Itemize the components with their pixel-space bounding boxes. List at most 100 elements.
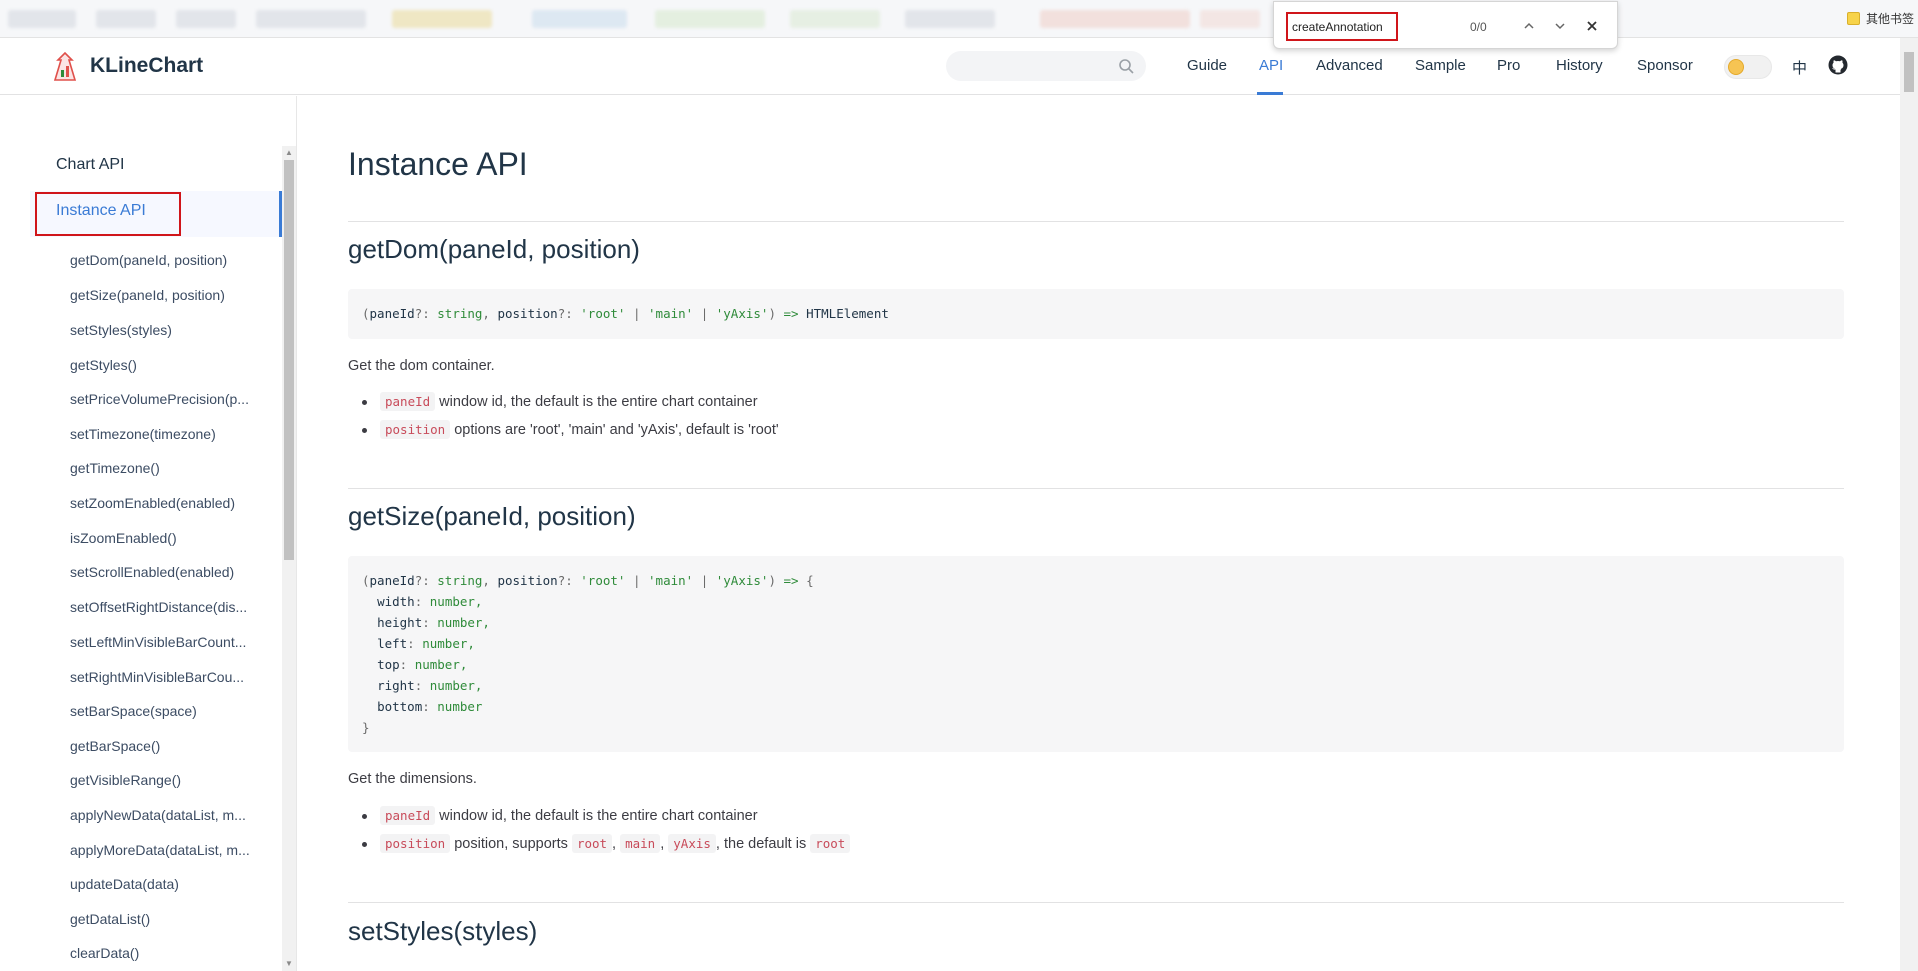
divider bbox=[348, 221, 1844, 222]
bookmark-item[interactable] bbox=[1040, 10, 1190, 28]
search-icon bbox=[1119, 59, 1134, 74]
find-close-button[interactable] bbox=[1582, 16, 1602, 36]
code-block: (paneId?: string, position?: 'root' | 'm… bbox=[348, 289, 1844, 339]
nav-pro[interactable]: Pro bbox=[1497, 57, 1520, 74]
sidebar-item[interactable]: clearData() bbox=[70, 945, 256, 961]
list-item: paneId window id, the default is the ent… bbox=[362, 388, 779, 416]
section-heading: getSize(paneId, position) bbox=[348, 501, 636, 531]
chevron-down-icon bbox=[1555, 23, 1565, 30]
nav-sponsor[interactable]: Sponsor bbox=[1637, 57, 1693, 74]
code-token: width bbox=[377, 594, 415, 609]
code-token: HTMLElement bbox=[806, 306, 889, 321]
code-token: 'root' bbox=[580, 306, 626, 321]
sidebar-item[interactable]: getDom(paneId, position) bbox=[70, 252, 256, 268]
sidebar-item[interactable]: setRightMinVisibleBarCou... bbox=[70, 669, 256, 685]
nav-api[interactable]: API bbox=[1259, 57, 1283, 74]
section-description: Get the dimensions. bbox=[348, 771, 477, 787]
sidebar-item[interactable]: getDataList() bbox=[70, 911, 256, 927]
sidebar-item[interactable]: isZoomEnabled() bbox=[70, 530, 256, 546]
sidebar-item[interactable]: getTimezone() bbox=[70, 460, 256, 476]
divider bbox=[348, 488, 1844, 489]
bookmark-item[interactable] bbox=[96, 10, 156, 28]
bookmark-item[interactable] bbox=[905, 10, 995, 28]
find-bar: 0/0 bbox=[1273, 1, 1618, 49]
code-token: number, bbox=[429, 594, 483, 609]
code-token: right bbox=[377, 678, 415, 693]
code-token: string bbox=[437, 573, 483, 588]
code-token: 'root' bbox=[580, 573, 626, 588]
bookmark-item[interactable] bbox=[790, 10, 880, 28]
scroll-up-icon[interactable]: ▲ bbox=[284, 148, 294, 158]
sidebar-scrollbar[interactable]: ▲ ▼ bbox=[282, 146, 296, 971]
bookmark-item[interactable] bbox=[655, 10, 765, 28]
bookmark-item[interactable] bbox=[256, 10, 366, 28]
scroll-down-icon[interactable]: ▼ bbox=[284, 959, 294, 969]
sidebar-item[interactable]: getVisibleRange() bbox=[70, 772, 256, 788]
sun-icon bbox=[1728, 59, 1744, 75]
list-item-text: options are 'root', 'main' and 'yAxis', … bbox=[450, 422, 779, 438]
sidebar-section-chart-api[interactable]: Chart API bbox=[56, 156, 124, 174]
sidebar-item[interactable]: getStyles() bbox=[70, 357, 256, 373]
nav-history[interactable]: History bbox=[1556, 57, 1603, 74]
code-block: (paneId?: string, position?: 'root' | 'm… bbox=[348, 556, 1844, 752]
site-title[interactable]: KLineChart bbox=[90, 54, 203, 78]
code-token: 'yAxis' bbox=[715, 306, 769, 321]
sidebar-item[interactable]: getBarSpace() bbox=[70, 738, 256, 754]
sidebar-item[interactable]: setZoomEnabled(enabled) bbox=[70, 495, 256, 511]
sidebar-item[interactable]: setScrollEnabled(enabled) bbox=[70, 564, 256, 580]
sidebar-item[interactable]: updateData(data) bbox=[70, 876, 256, 892]
sidebar-item[interactable]: setOffsetRightDistance(dis... bbox=[70, 599, 256, 615]
bullet-list: paneId window id, the default is the ent… bbox=[362, 802, 851, 858]
bookmark-item[interactable] bbox=[1200, 10, 1260, 28]
section-heading: setStyles(styles) bbox=[348, 916, 538, 946]
sidebar-item[interactable]: setLeftMinVisibleBarCount... bbox=[70, 634, 256, 650]
code-token: 'main' bbox=[648, 306, 694, 321]
sidebar-item[interactable]: applyMoreData(dataList, m... bbox=[70, 842, 256, 858]
github-icon[interactable] bbox=[1828, 55, 1848, 75]
theme-toggle[interactable] bbox=[1724, 55, 1772, 79]
nav-sample[interactable]: Sample bbox=[1415, 57, 1466, 74]
bookmarks-bar: 其他书签 bbox=[0, 0, 1918, 38]
folder-icon bbox=[1846, 12, 1860, 25]
code-token: bottom bbox=[377, 699, 423, 714]
code-token: top bbox=[377, 657, 400, 672]
find-next-button[interactable] bbox=[1550, 16, 1570, 36]
logo-icon[interactable] bbox=[48, 50, 82, 84]
code-token: 'yAxis' bbox=[715, 573, 769, 588]
sidebar-scrollbar-thumb[interactable] bbox=[284, 160, 294, 560]
code-token: number, bbox=[429, 678, 483, 693]
other-bookmarks[interactable]: 其他书签 bbox=[1846, 10, 1914, 27]
bookmark-item[interactable] bbox=[532, 10, 627, 28]
sidebar-item[interactable]: setTimezone(timezone) bbox=[70, 426, 256, 442]
other-bookmarks-label: 其他书签 bbox=[1865, 12, 1914, 26]
inline-code: position bbox=[380, 420, 451, 439]
find-match-count: 0/0 bbox=[1470, 20, 1487, 34]
bookmark-item[interactable] bbox=[392, 10, 492, 28]
sidebar-item[interactable]: setBarSpace(space) bbox=[70, 703, 256, 719]
list-item-text: window id, the default is the entire cha… bbox=[435, 394, 758, 410]
code-token: position bbox=[497, 306, 558, 321]
page-scrollbar-thumb[interactable] bbox=[1904, 52, 1914, 92]
find-previous-button[interactable] bbox=[1519, 16, 1539, 36]
find-input[interactable] bbox=[1286, 12, 1398, 41]
page-scrollbar[interactable] bbox=[1900, 38, 1918, 971]
code-token: paneId bbox=[369, 306, 415, 321]
search-input[interactable] bbox=[946, 51, 1146, 81]
sidebar-item[interactable]: applyNewData(dataList, m... bbox=[70, 807, 256, 823]
bookmark-item[interactable] bbox=[176, 10, 236, 28]
code-token: 'main' bbox=[648, 573, 694, 588]
chevron-up-icon bbox=[1524, 22, 1534, 29]
nav-advanced[interactable]: Advanced bbox=[1316, 57, 1383, 74]
bookmark-item[interactable] bbox=[8, 10, 76, 28]
sidebar-item[interactable]: setStyles(styles) bbox=[70, 322, 256, 338]
code-token: number, bbox=[414, 657, 468, 672]
list-item-text: position, supports bbox=[450, 836, 572, 852]
sidebar-item[interactable]: getSize(paneId, position) bbox=[70, 287, 256, 303]
sidebar-item[interactable]: setPriceVolumePrecision(p... bbox=[70, 391, 256, 407]
main-content: Instance API getDom(paneId, position) (p… bbox=[348, 96, 1844, 971]
nav-guide[interactable]: Guide bbox=[1187, 57, 1227, 74]
sidebar-section-instance-api[interactable]: Instance API bbox=[56, 202, 146, 220]
list-item: position position, supports root, main , … bbox=[362, 830, 851, 858]
language-switch[interactable]: 中 bbox=[1792, 57, 1807, 78]
code-token: height bbox=[377, 615, 423, 630]
